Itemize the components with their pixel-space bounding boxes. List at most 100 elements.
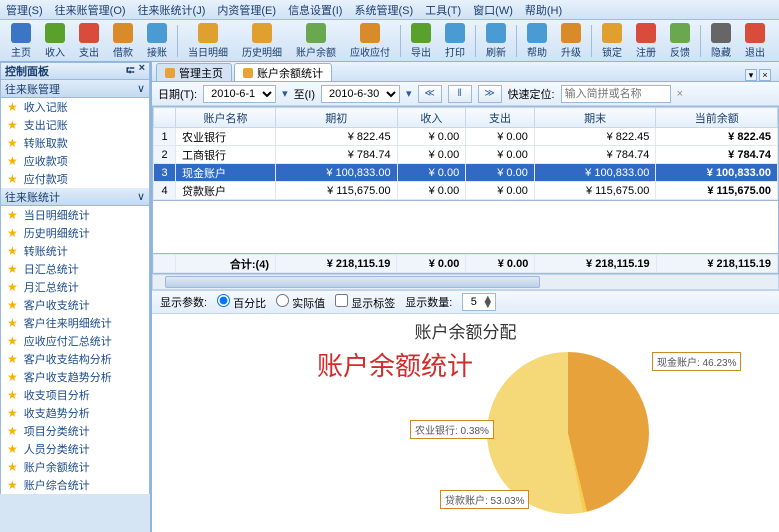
column-header[interactable]: 账户名称: [176, 108, 276, 128]
menu-item[interactable]: 帮助(H): [525, 2, 562, 18]
toolbar-反馈[interactable]: 反馈: [664, 21, 696, 61]
menu-item[interactable]: 往来账管理(O): [55, 2, 126, 18]
sidebar-item[interactable]: ★转账取款: [1, 134, 149, 152]
sidebar-item-label: 账户综合统计: [24, 477, 90, 493]
horizontal-scrollbar[interactable]: [152, 274, 779, 290]
checkbox-show-labels[interactable]: 显示标签: [335, 294, 395, 311]
sidebar-item[interactable]: ★客户收支结构分析: [1, 350, 149, 368]
toolbar-账户余额[interactable]: 账户余额: [290, 21, 342, 61]
toolbar-打印[interactable]: 打印: [439, 21, 471, 61]
sidebar-item[interactable]: ★账户余额统计: [1, 458, 149, 476]
sidebar-item-label: 应收应付汇总统计: [24, 333, 112, 349]
chevron-down-icon[interactable]: ▾: [406, 87, 412, 100]
sidebar-item[interactable]: ★日汇总统计: [1, 260, 149, 278]
tab[interactable]: 管理主页: [156, 63, 232, 81]
menu-item[interactable]: 工具(T): [425, 2, 461, 18]
radio-percent[interactable]: 百分比: [217, 294, 266, 311]
sidebar-item[interactable]: ★应付款项: [1, 170, 149, 188]
sidebar-item[interactable]: ★收入记账: [1, 98, 149, 116]
column-header[interactable]: [154, 108, 176, 128]
sidebar-item[interactable]: ★当日明细统计: [1, 206, 149, 224]
toolbar-隐藏[interactable]: 隐藏: [705, 21, 737, 61]
sidebar-item-label: 转账统计: [24, 243, 68, 259]
toolbar-锁定[interactable]: 锁定: [596, 21, 628, 61]
sidebar-item[interactable]: ★应收应付汇总统计: [1, 332, 149, 350]
toolbar-历史明细[interactable]: 历史明细: [236, 21, 288, 61]
date-to-select[interactable]: 2010-6-30: [321, 85, 400, 103]
toolbar-应收应付[interactable]: 应收应付: [344, 21, 396, 61]
toolbar-支出[interactable]: 支出: [73, 21, 105, 61]
toolbar-升级[interactable]: 升级: [555, 21, 587, 61]
star-icon: ★: [7, 100, 18, 114]
chevron-down-icon[interactable]: ▾: [282, 87, 288, 100]
toolbar-icon: [745, 23, 765, 43]
sidebar-item[interactable]: ★客户往来明细统计: [1, 314, 149, 332]
sidebar-item[interactable]: ★收支项目分析: [1, 386, 149, 404]
toolbar-label: 账户余额: [296, 44, 336, 59]
table-row[interactable]: 4贷款账户¥ 115,675.00¥ 0.00¥ 0.00¥ 115,675.0…: [154, 182, 778, 200]
toolbar-label: 接账: [147, 44, 167, 59]
toolbar-注册[interactable]: 注册: [630, 21, 662, 61]
sidebar-item[interactable]: ★客户收支趋势分析: [1, 368, 149, 386]
tab-dropdown-icon[interactable]: ▾: [745, 69, 757, 81]
menu-item[interactable]: 往来账统计(J): [138, 2, 206, 18]
star-icon: ★: [7, 460, 18, 474]
column-header[interactable]: 收入: [397, 108, 466, 128]
pin-icon[interactable]: ⮓: [126, 62, 135, 81]
toolbar-label: 主页: [11, 44, 31, 59]
menu-item[interactable]: 系统管理(S): [354, 2, 413, 18]
sidebar-group-header[interactable]: 往来账统计∨: [0, 188, 150, 206]
nav-pause-button[interactable]: ‖: [448, 85, 472, 103]
sidebar-item[interactable]: ★转账统计: [1, 242, 149, 260]
sidebar-item[interactable]: ★收支趋势分析: [1, 404, 149, 422]
menu-item[interactable]: 信息设置(I): [288, 2, 342, 18]
toolbar-帮助[interactable]: 帮助: [521, 21, 553, 61]
nav-first-button[interactable]: ≪: [418, 85, 442, 103]
menu-item[interactable]: 内资管理(E): [217, 2, 276, 18]
sidebar-item[interactable]: ★项目分类统计: [1, 422, 149, 440]
radio-actual[interactable]: 实际值: [276, 294, 325, 311]
display-count-stepper[interactable]: 5 ▲▼: [462, 293, 496, 311]
menu-item[interactable]: 管理(S): [6, 2, 43, 18]
sidebar-item[interactable]: ★历史明细统计: [1, 224, 149, 242]
sidebar-item-label: 日汇总统计: [24, 261, 79, 277]
toolbar-icon: [11, 23, 31, 43]
toolbar-收入[interactable]: 收入: [39, 21, 71, 61]
toolbar-主页[interactable]: 主页: [5, 21, 37, 61]
date-from-select[interactable]: 2010-6-1: [203, 85, 276, 103]
sidebar-item[interactable]: ★账户综合统计: [1, 476, 149, 494]
column-header[interactable]: 期末: [534, 108, 656, 128]
close-icon[interactable]: ×: [139, 62, 145, 81]
menu-item[interactable]: 窗口(W): [473, 2, 513, 18]
sidebar-group-header[interactable]: 往来账管理∨: [0, 80, 150, 98]
clear-icon[interactable]: ×: [677, 88, 683, 100]
sidebar-item[interactable]: ★客户收支统计: [1, 296, 149, 314]
sidebar-item[interactable]: ★月汇总统计: [1, 278, 149, 296]
quick-locate-input[interactable]: [561, 85, 671, 103]
tab-close-icon[interactable]: ×: [759, 69, 771, 81]
table-row[interactable]: 1农业银行¥ 822.45¥ 0.00¥ 0.00¥ 822.45¥ 822.4…: [154, 128, 778, 146]
sidebar-item[interactable]: ★应收款项: [1, 152, 149, 170]
column-header[interactable]: 支出: [466, 108, 535, 128]
toolbar-接账[interactable]: 接账: [141, 21, 173, 61]
star-icon: ★: [7, 118, 18, 132]
toolbar-当日明细[interactable]: 当日明细: [182, 21, 234, 61]
sidebar-item[interactable]: ★人员分类统计: [1, 440, 149, 458]
toolbar-label: 支出: [79, 44, 99, 59]
tab[interactable]: 账户余额统计: [234, 63, 332, 81]
sidebar-item-label: 客户收支结构分析: [24, 351, 112, 367]
toolbar-label: 注册: [636, 44, 656, 59]
data-grid[interactable]: 账户名称期初收入支出期末当前余额1农业银行¥ 822.45¥ 0.00¥ 0.0…: [152, 106, 779, 201]
toolbar-借款[interactable]: 借款: [107, 21, 139, 61]
toolbar-label: 反馈: [670, 44, 690, 59]
column-header[interactable]: 当前余额: [656, 108, 778, 128]
nav-last-button[interactable]: ≫: [478, 85, 502, 103]
column-header[interactable]: 期初: [276, 108, 398, 128]
table-row[interactable]: 2工商银行¥ 784.74¥ 0.00¥ 0.00¥ 784.74¥ 784.7…: [154, 146, 778, 164]
sidebar-item[interactable]: ★支出记账: [1, 116, 149, 134]
table-row[interactable]: 3现金账户¥ 100,833.00¥ 0.00¥ 0.00¥ 100,833.0…: [154, 164, 778, 182]
toolbar-icon: [147, 23, 167, 43]
toolbar-退出[interactable]: 退出: [739, 21, 771, 61]
toolbar-导出[interactable]: 导出: [405, 21, 437, 61]
toolbar-刷新[interactable]: 刷新: [480, 21, 512, 61]
